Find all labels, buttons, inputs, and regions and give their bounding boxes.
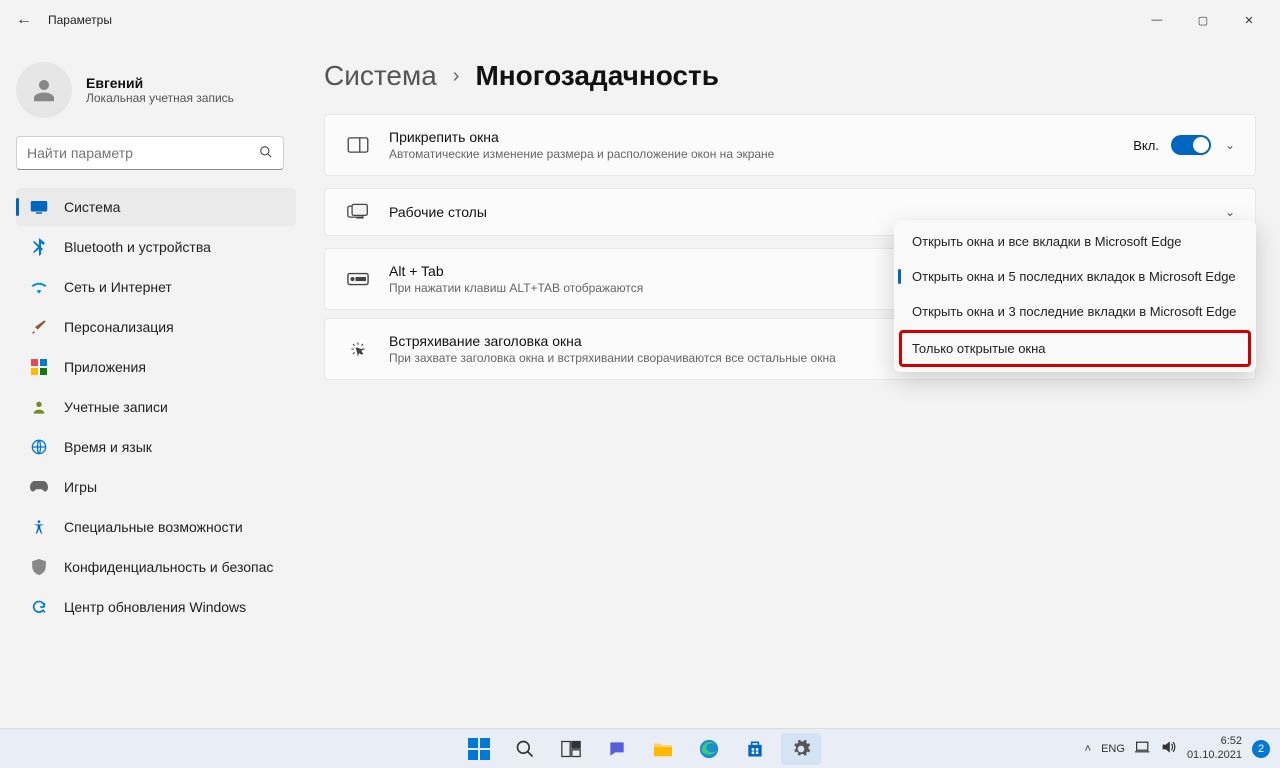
sidebar-item-label: Учетные записи <box>64 399 168 415</box>
sidebar-item-bluetooth[interactable]: Bluetooth и устройства <box>16 228 296 266</box>
sidebar-item-label: Игры <box>64 479 97 495</box>
sidebar-item-privacy[interactable]: Конфиденциальность и безопас <box>16 548 296 586</box>
sidebar-item-apps[interactable]: Приложения <box>16 348 296 386</box>
dropdown-option[interactable]: Открыть окна и все вкладки в Microsoft E… <box>894 224 1256 259</box>
row-subtitle: Автоматические изменение размера и распо… <box>389 147 1133 161</box>
language-indicator[interactable]: ENG <box>1101 743 1125 755</box>
volume-icon[interactable] <box>1161 740 1177 757</box>
display-icon <box>28 200 50 214</box>
taskbar-search[interactable] <box>505 733 545 765</box>
store-button[interactable] <box>735 733 775 765</box>
snap-toggle[interactable] <box>1171 135 1211 155</box>
cursor-icon <box>345 339 371 359</box>
brush-icon <box>28 319 50 335</box>
sidebar-item-label: Bluetooth и устройства <box>64 239 211 255</box>
tray-chevron-up-icon[interactable]: ˄ <box>1085 743 1091 755</box>
snap-windows-row[interactable]: Прикрепить окна Автоматические изменение… <box>324 114 1256 176</box>
dropdown-option[interactable]: Открыть окна и 3 последние вкладки в Mic… <box>894 294 1256 329</box>
gaming-icon <box>28 480 50 494</box>
notification-badge[interactable]: 2 <box>1252 740 1270 758</box>
sidebar-item-time[interactable]: Время и язык <box>16 428 296 466</box>
person-icon <box>28 399 50 415</box>
row-title: Рабочие столы <box>389 204 1225 220</box>
chevron-down-icon[interactable]: ⌄ <box>1225 138 1235 152</box>
sidebar-item-gaming[interactable]: Игры <box>16 468 296 506</box>
sidebar-item-label: Персонализация <box>64 319 174 335</box>
desktops-icon <box>345 203 371 221</box>
update-icon <box>28 599 50 615</box>
page-title: Многозадачность <box>475 60 719 92</box>
search-input[interactable] <box>16 136 284 170</box>
sidebar-item-label: Система <box>64 199 120 215</box>
search-field[interactable] <box>27 145 249 161</box>
sidebar-item-label: Сеть и Интернет <box>64 279 172 295</box>
user-name: Евгений <box>86 75 234 91</box>
content-area: Система › Многозадачность Прикрепить окн… <box>300 40 1280 728</box>
app-title: Параметры <box>48 13 112 27</box>
user-block[interactable]: Евгений Локальная учетная запись <box>16 62 296 118</box>
back-button[interactable]: ← <box>8 11 40 29</box>
close-button[interactable]: ✕ <box>1226 4 1272 36</box>
taskview-button[interactable] <box>551 733 591 765</box>
edge-button[interactable] <box>689 733 729 765</box>
settings-button[interactable] <box>781 733 821 765</box>
dropdown-option[interactable]: Открыть окна и 5 последних вкладок в Mic… <box>894 259 1256 294</box>
clock[interactable]: 6:52 01.10.2021 <box>1187 735 1242 761</box>
sidebar: Евгений Локальная учетная запись Система… <box>0 40 300 728</box>
bluetooth-icon <box>28 238 50 256</box>
alt-tab-dropdown: Открыть окна и все вкладки в Microsoft E… <box>894 220 1256 372</box>
chat-button[interactable] <box>597 733 637 765</box>
apps-icon <box>28 359 50 375</box>
maximize-button[interactable]: ▢ <box>1180 4 1226 36</box>
sidebar-item-label: Специальные возможности <box>64 519 243 535</box>
alttab-icon <box>345 272 371 286</box>
minimize-button[interactable]: — <box>1134 4 1180 36</box>
sidebar-item-accessibility[interactable]: Специальные возможности <box>16 508 296 546</box>
date: 01.10.2021 <box>1187 749 1242 762</box>
shield-icon <box>28 559 50 575</box>
sidebar-item-network[interactable]: Сеть и Интернет <box>16 268 296 306</box>
sidebar-item-personalization[interactable]: Персонализация <box>16 308 296 346</box>
toggle-state: Вкл. <box>1133 138 1159 153</box>
start-button[interactable] <box>459 733 499 765</box>
explorer-button[interactable] <box>643 733 683 765</box>
breadcrumb-parent[interactable]: Система <box>324 60 437 92</box>
sidebar-item-update[interactable]: Центр обновления Windows <box>16 588 296 626</box>
chevron-right-icon: › <box>453 65 460 88</box>
sidebar-item-label: Приложения <box>64 359 146 375</box>
user-subtitle: Локальная учетная запись <box>86 91 234 105</box>
breadcrumb: Система › Многозадачность <box>324 60 1256 92</box>
network-icon[interactable] <box>1135 740 1151 757</box>
accessibility-icon <box>28 519 50 535</box>
sidebar-item-accounts[interactable]: Учетные записи <box>16 388 296 426</box>
sidebar-item-label: Конфиденциальность и безопас <box>64 559 273 575</box>
time: 6:52 <box>1187 735 1242 748</box>
wifi-icon <box>28 280 50 294</box>
window-controls: — ▢ ✕ <box>1134 4 1272 36</box>
snap-icon <box>345 137 371 153</box>
globe-icon <box>28 439 50 455</box>
row-title: Прикрепить окна <box>389 129 1133 145</box>
sidebar-item-label: Центр обновления Windows <box>64 599 246 615</box>
dropdown-option[interactable]: Только открытые окна <box>900 331 1250 366</box>
search-icon <box>259 145 273 162</box>
sidebar-item-label: Время и язык <box>64 439 152 455</box>
avatar <box>16 62 72 118</box>
taskbar: ˄ ENG 6:52 01.10.2021 2 <box>0 728 1280 768</box>
sidebar-item-system[interactable]: Система <box>16 188 296 226</box>
chevron-down-icon[interactable]: ⌄ <box>1225 205 1235 219</box>
titlebar: ← Параметры — ▢ ✕ <box>0 0 1280 40</box>
